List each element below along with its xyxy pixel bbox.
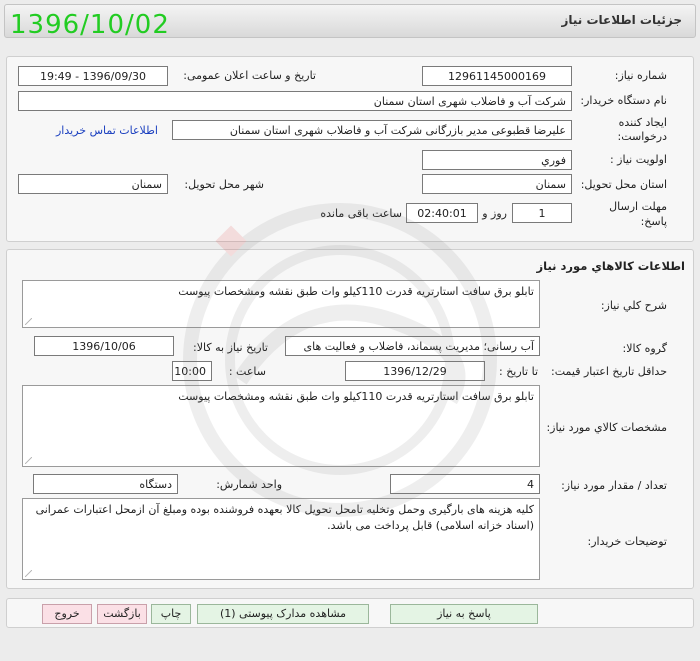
unit-label: واحد شمارش: bbox=[216, 478, 282, 491]
requester-label-line2: درخواست: bbox=[617, 130, 667, 143]
priority-label: اولویت نیاز : bbox=[609, 153, 667, 166]
resize-grip-icon[interactable] bbox=[25, 457, 32, 464]
need-number-field: 12961145000169 bbox=[422, 66, 572, 86]
until-date-label: تا تاریخ : bbox=[499, 365, 538, 378]
qty-field: 4 bbox=[390, 474, 540, 494]
remaining-word: ساعت باقی مانده bbox=[320, 207, 402, 220]
view-documents-button[interactable]: مشاهده مدارک پیوستی (1) bbox=[197, 604, 369, 624]
deadline-time-field: 02:40:01 bbox=[406, 203, 478, 223]
province-label: استان محل تحویل: bbox=[580, 178, 667, 191]
requester-label-line1: ایجاد کننده bbox=[618, 116, 667, 129]
exit-button[interactable]: خروج bbox=[42, 604, 92, 624]
time-label: ساعت : bbox=[228, 365, 266, 378]
deadline-days-field: 1 bbox=[512, 203, 572, 223]
requester-field: علیرضا قطبوعی مدیر بازرگانی شرکت آب و فا… bbox=[172, 120, 572, 140]
buyer-notes-field: کلیه هزینه های بارگیری وحمل وتخلیه تامحل… bbox=[22, 498, 540, 580]
announce-label: تاریخ و ساعت اعلان عمومی: bbox=[183, 69, 316, 82]
resize-grip-icon[interactable] bbox=[25, 318, 32, 325]
page-title: جزئیات اطلاعات نیاز bbox=[561, 13, 682, 27]
priority-field: فوري bbox=[422, 150, 572, 170]
province-field: سمنان bbox=[422, 174, 572, 194]
general-desc-label: شرح کلي نياز: bbox=[600, 299, 667, 312]
goods-section-title: اطلاعات کالاهاي مورد نياز bbox=[536, 259, 685, 273]
print-button[interactable]: چاپ bbox=[151, 604, 191, 624]
need-date-field: 1396/10/06 bbox=[34, 336, 174, 356]
need-number-label: شماره نیاز: bbox=[614, 69, 667, 82]
buyer-org-label: نام دستگاه خریدار: bbox=[580, 94, 667, 107]
time-field: 10:00 bbox=[172, 361, 212, 381]
general-desc-field: تابلو برق سافت استارتریه قدرت 110کیلو وا… bbox=[22, 280, 540, 328]
announce-field: 1396/09/30 - 19:49 bbox=[18, 66, 168, 86]
until-date-field: 1396/12/29 bbox=[345, 361, 485, 381]
resize-grip-icon[interactable] bbox=[25, 570, 32, 577]
respond-button[interactable]: پاسخ به نیاز bbox=[390, 604, 538, 624]
qty-label: تعداد / مقدار مورد نیاز: bbox=[561, 479, 667, 492]
back-button[interactable]: بازگشت bbox=[97, 604, 147, 624]
spec-label: مشخصات کالاي مورد نياز: bbox=[546, 421, 667, 434]
date-stamp: 1396/10/02 bbox=[10, 10, 170, 40]
buyer-contact-link[interactable]: اطلاعات تماس خریدار bbox=[56, 124, 158, 137]
deadline-label-line2: پاسخ: bbox=[640, 215, 667, 228]
city-field: سمنان bbox=[18, 174, 168, 194]
buyer-org-field: شرکت آب و فاضلاب شهری استان سمنان bbox=[18, 91, 572, 111]
spec-field: تابلو برق سافت استارتریه قدرت 110کیلو وا… bbox=[22, 385, 540, 467]
city-label: شهر محل تحویل: bbox=[184, 178, 264, 191]
group-label: گروه کالا: bbox=[622, 342, 667, 355]
buyer-notes-label: توضیحات خریدار: bbox=[587, 535, 668, 548]
days-word: روز و bbox=[482, 207, 507, 220]
deadline-label-line1: مهلت ارسال bbox=[609, 200, 667, 213]
group-field: آب رسانی؛ مدیریت پسماند، فاضلاب و فعالیت… bbox=[285, 336, 540, 356]
min-validity-label: حداقل تاریخ اعتبار قیمت: bbox=[551, 365, 667, 378]
unit-field: دستگاه bbox=[33, 474, 178, 494]
need-date-label: تاریخ نیاز به کالا: bbox=[193, 341, 268, 354]
